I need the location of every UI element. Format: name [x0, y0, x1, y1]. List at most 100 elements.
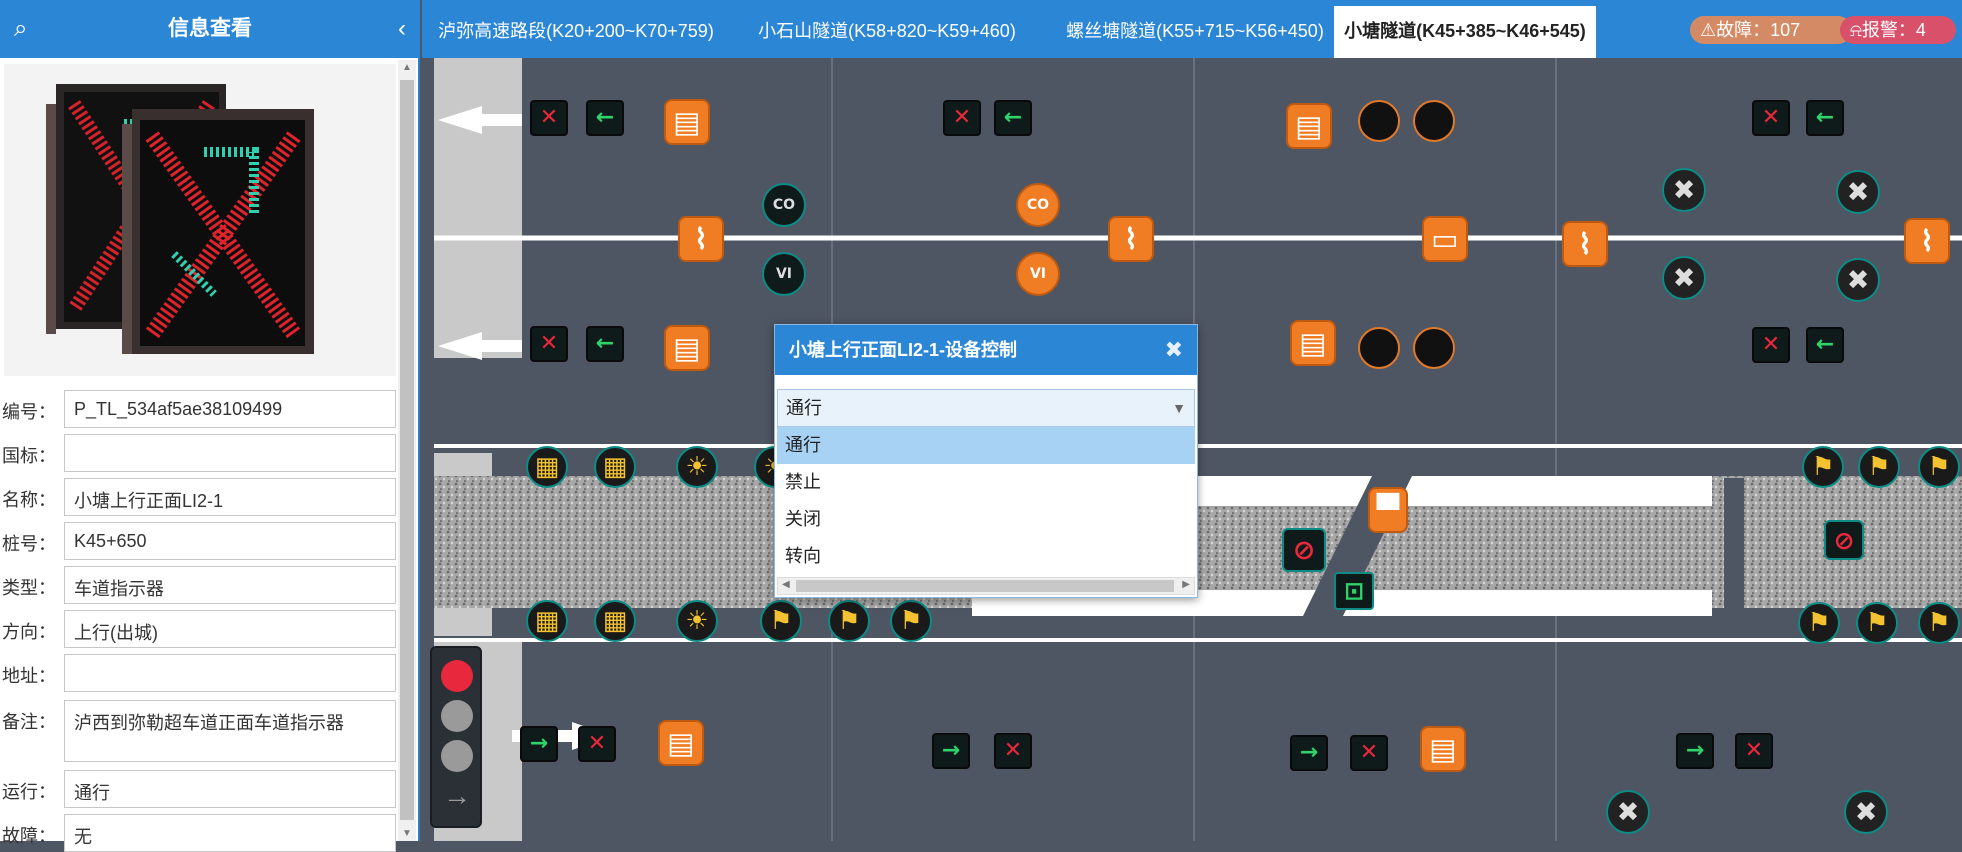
chevron-down-icon[interactable]: ▼ [1172, 390, 1186, 426]
field-label: 运行： [2, 782, 56, 802]
field-value[interactable]: 车道指示器 [64, 566, 396, 604]
emergency-phone-icon[interactable]: ⚑ [1918, 446, 1960, 488]
emergency-phone-icon[interactable]: ⚑ [1856, 602, 1898, 644]
red-cross-icon[interactable]: ✕ [1752, 327, 1790, 363]
green-arrow-left-icon[interactable]: ← [1806, 327, 1844, 363]
jet-fan-icon[interactable]: ✖ [1836, 258, 1880, 302]
tab-bar: 泸弥高速路段(K20+200~K70+759) 小石山隧道(K58+820~K5… [422, 0, 1962, 58]
red-cross-icon[interactable]: ✕ [1752, 100, 1790, 136]
lighting-grid-icon[interactable]: ▦ [594, 446, 636, 488]
emergency-phone-icon[interactable]: ⚑ [828, 600, 870, 642]
tab-xiaoshishan-tunnel[interactable]: 小石山隧道(K58+820~K59+460) [742, 6, 1032, 58]
barrier-icon[interactable]: ▭ [1422, 216, 1468, 262]
fault-badge[interactable]: ⚠故障：107 [1690, 16, 1852, 44]
vms-board-icon[interactable]: ▤ [1290, 320, 1336, 366]
vms-board-icon[interactable]: ▤ [1286, 103, 1332, 149]
field-value[interactable]: 无 [64, 814, 396, 852]
field-value[interactable] [64, 434, 396, 472]
scrollbar-thumb[interactable] [796, 580, 1174, 592]
dialog-horizontal-scrollbar[interactable]: ◀ ▶ [777, 577, 1195, 595]
lamp-icon[interactable] [1358, 327, 1400, 369]
green-arrow-right-icon[interactable]: → [520, 726, 558, 762]
field-value[interactable]: 上行(出城) [64, 610, 396, 648]
mode-select[interactable]: 通行 ▼ [777, 389, 1195, 427]
red-cross-icon[interactable]: ✕ [530, 100, 568, 136]
field-value[interactable]: 泸西到弥勒超车道正面车道指示器 [64, 700, 396, 762]
lamp-icon[interactable] [1413, 327, 1455, 369]
lighting-grid-icon[interactable]: ▦ [594, 600, 636, 642]
sun-lamp-icon[interactable]: ☀ [676, 446, 718, 488]
jet-fan-icon[interactable]: ✖ [1606, 790, 1650, 834]
chevron-left-icon[interactable]: ‹ [398, 0, 406, 58]
red-cross-icon[interactable]: ✕ [1350, 735, 1388, 771]
emergency-phone-icon[interactable]: ⚑ [1918, 602, 1960, 644]
green-arrow-right-icon[interactable]: → [1676, 733, 1714, 769]
emergency-phone-icon[interactable]: ⚑ [1798, 602, 1840, 644]
turn-arrow-icon: → [443, 780, 471, 811]
emergency-exit-icon[interactable]: ⊘ [1824, 520, 1864, 560]
search-icon[interactable]: ⌕ [14, 0, 27, 58]
green-arrow-left-icon[interactable]: ← [586, 326, 624, 362]
tab-luositang-tunnel[interactable]: 螺丝塘隧道(K55+715~K56+450) [1050, 6, 1340, 58]
scrollbar-thumb[interactable] [400, 80, 414, 820]
lamp-icon[interactable] [1358, 100, 1400, 142]
vms-board-icon[interactable]: ▤ [1420, 726, 1466, 772]
scroll-left-icon[interactable]: ◀ [782, 579, 790, 590]
option-turn[interactable]: 转向 [777, 538, 1195, 575]
jet-fan-icon[interactable]: ✖ [1662, 256, 1706, 300]
red-cross-icon[interactable]: ✕ [578, 726, 616, 762]
field-value[interactable] [64, 654, 396, 692]
emergency-phone-icon[interactable]: ⚑ [890, 600, 932, 642]
lighting-grid-icon[interactable]: ▦ [526, 600, 568, 642]
jet-fan-icon[interactable]: ✖ [1844, 790, 1888, 834]
red-cross-icon[interactable]: ✕ [994, 733, 1032, 769]
info-panel-scrollbar[interactable]: ▲ ▼ [398, 60, 416, 841]
vms-board-icon[interactable]: ▤ [664, 325, 710, 371]
scroll-up-icon[interactable]: ▲ [398, 62, 416, 73]
scroll-right-icon[interactable]: ▶ [1182, 579, 1190, 590]
jet-fan-icon[interactable]: ✖ [1836, 170, 1880, 214]
camera-icon[interactable]: ⌇ [1904, 218, 1950, 264]
green-arrow-left-icon[interactable]: ← [994, 100, 1032, 136]
emergency-phone-icon[interactable]: ⚑ [1802, 446, 1844, 488]
lamp-icon[interactable] [1413, 100, 1455, 142]
red-cross-icon[interactable]: ✕ [943, 100, 981, 136]
option-pass[interactable]: 通行 [777, 427, 1195, 464]
field-value[interactable]: 小塘上行正面LI2-1 [64, 478, 396, 516]
vms-board-icon[interactable]: ▤ [664, 99, 710, 145]
close-icon[interactable]: ✖ [1165, 325, 1183, 375]
tab-luomi-expressway[interactable]: 泸弥高速路段(K20+200~K70+759) [426, 6, 726, 58]
alarm-badge[interactable]: ⍾报警：4 [1840, 16, 1956, 44]
vi-detector-icon[interactable]: VI [762, 252, 806, 296]
fire-box-icon[interactable]: ⊡ [1334, 572, 1374, 610]
emergency-phone-icon[interactable]: ⚑ [1858, 446, 1900, 488]
co-detector-icon[interactable]: CO [762, 183, 806, 227]
vms-board-icon[interactable]: ▤ [658, 720, 704, 766]
green-arrow-right-icon[interactable]: → [932, 733, 970, 769]
field-value[interactable]: K45+650 [64, 522, 396, 560]
vi-detector-icon[interactable]: VI [1016, 252, 1060, 296]
lighting-grid-icon[interactable]: ▦ [526, 446, 568, 488]
option-off[interactable]: 关闭 [777, 501, 1195, 538]
camera-icon[interactable]: ⌇ [1108, 216, 1154, 262]
red-cross-icon[interactable]: ✕ [1735, 733, 1773, 769]
scroll-down-icon[interactable]: ▼ [398, 828, 416, 839]
co-detector-icon[interactable]: CO [1016, 183, 1060, 227]
cross-passage-icon[interactable]: ⊘ [1282, 528, 1326, 572]
green-arrow-left-icon[interactable]: ← [1806, 100, 1844, 136]
red-cross-icon[interactable]: ✕ [530, 326, 568, 362]
camera-icon[interactable]: ⌇ [1562, 221, 1608, 267]
green-arrow-left-icon[interactable]: ← [586, 100, 624, 136]
sun-lamp-icon[interactable]: ☀ [676, 600, 718, 642]
camera-icon[interactable]: ⌇ [678, 216, 724, 262]
field-value[interactable]: P_TL_534af5ae38109499 [64, 390, 396, 428]
traffic-signal[interactable]: → [430, 646, 482, 828]
jet-fan-icon[interactable]: ✖ [1662, 168, 1706, 212]
tab-xiaotang-tunnel[interactable]: 小塘隧道(K45+385~K46+545) [1334, 6, 1596, 58]
green-arrow-right-icon[interactable]: → [1290, 735, 1328, 771]
hydrant-box-icon[interactable]: ▀ [1368, 487, 1408, 533]
red-light-icon [441, 660, 473, 692]
field-value[interactable]: 通行 [64, 770, 396, 808]
emergency-phone-icon[interactable]: ⚑ [760, 600, 802, 642]
option-forbid[interactable]: 禁止 [777, 464, 1195, 501]
